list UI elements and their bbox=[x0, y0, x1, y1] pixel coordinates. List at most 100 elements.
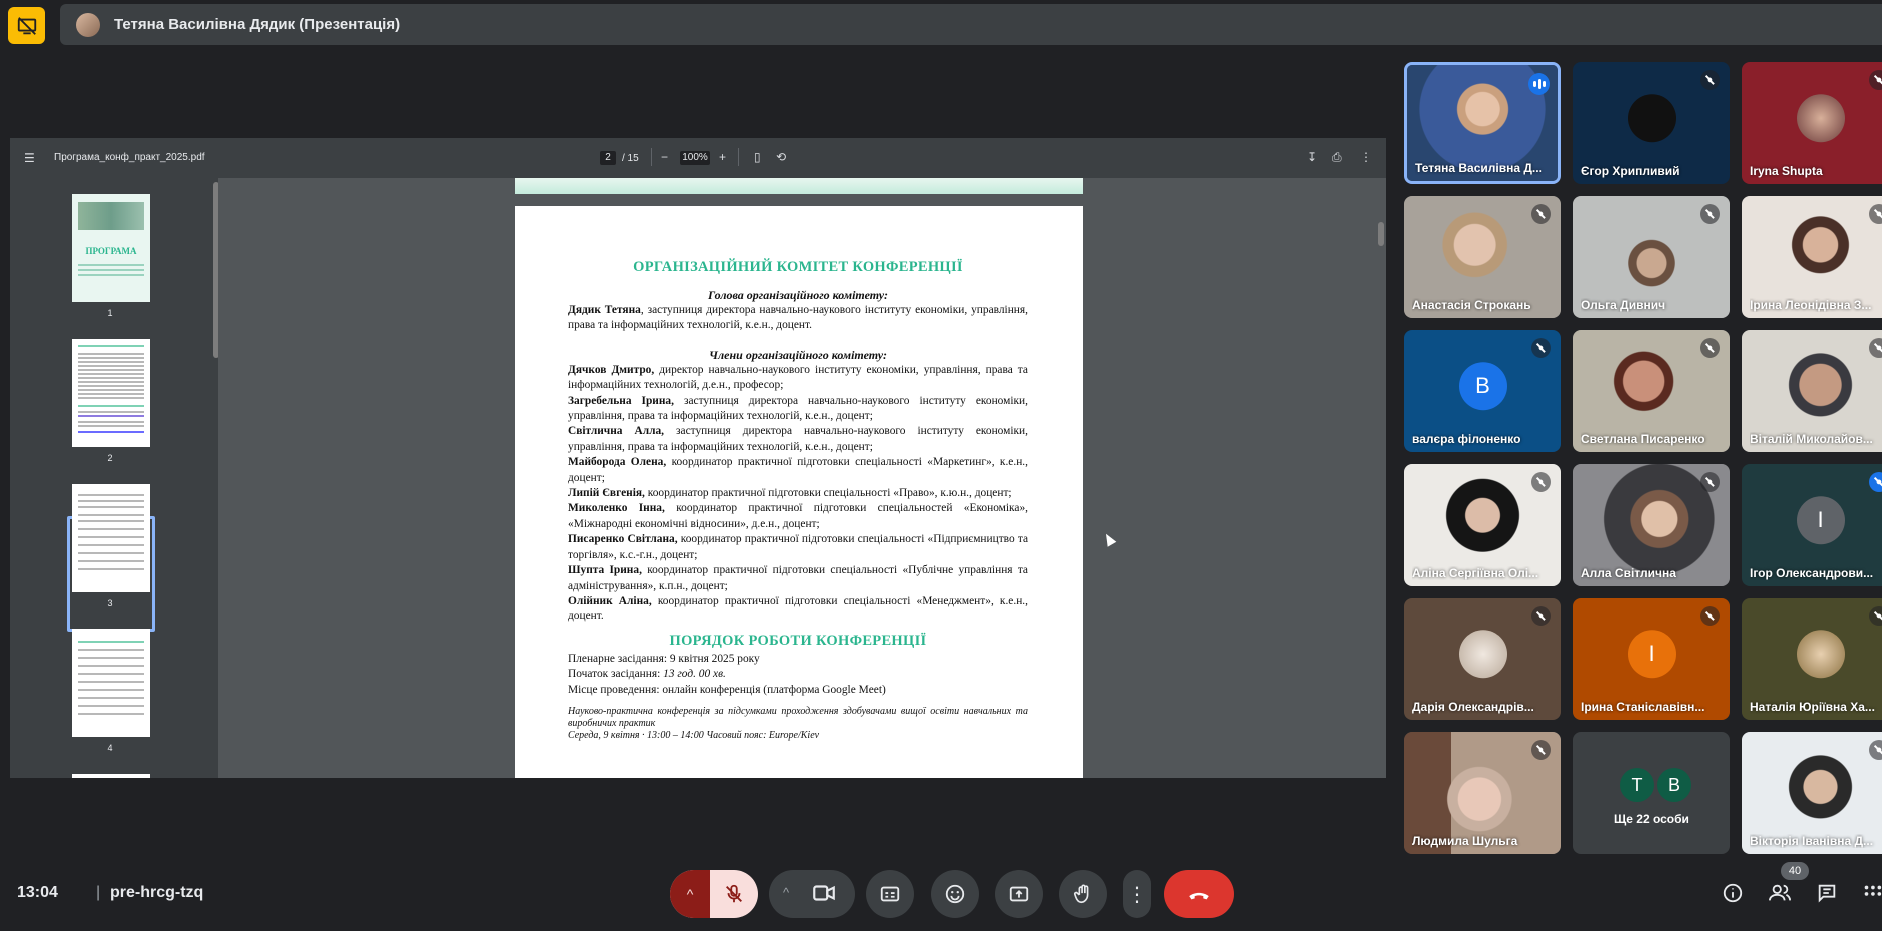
pdf-page: ОРГАНІЗАЦІЙНИЙ КОМІТЕТ КОНФЕРЕНЦІЇ Голов… bbox=[515, 206, 1083, 778]
thumbnail-page-4[interactable] bbox=[72, 629, 150, 737]
present-screen-button[interactable] bbox=[995, 870, 1043, 918]
more-participants-tile[interactable]: T B Ще 22 особи bbox=[1573, 732, 1730, 854]
more-participants-label: Ще 22 особи bbox=[1614, 812, 1689, 826]
captions-icon bbox=[880, 886, 900, 902]
download-icon[interactable]: ↧ bbox=[1307, 151, 1317, 163]
avatar bbox=[1796, 94, 1845, 143]
thumbnail-label: 2 bbox=[107, 453, 113, 463]
participant-name: Светлана Писаренко bbox=[1581, 432, 1705, 446]
chevron-up-icon[interactable]: ^ bbox=[783, 885, 789, 900]
member-name: Шупта Ірина, bbox=[568, 564, 642, 577]
participant-name: Ольга Дивнич bbox=[1581, 298, 1666, 312]
chat-button[interactable] bbox=[1816, 882, 1838, 910]
page-scrollbar[interactable] bbox=[1378, 222, 1384, 246]
participant-tile[interactable]: ● Iryna Shupta bbox=[1742, 62, 1882, 184]
avatar: І bbox=[1796, 496, 1845, 545]
start-label: Початок засідання: bbox=[568, 668, 664, 681]
participant-tile[interactable]: І ● Ірина Станіславівн... bbox=[1573, 598, 1730, 720]
divider bbox=[738, 148, 739, 166]
previous-page-edge bbox=[515, 178, 1083, 194]
avatar: І bbox=[1627, 630, 1676, 679]
pdf-filename: Програма_конф_практ_2025.pdf bbox=[54, 152, 205, 163]
meeting-info-button[interactable] bbox=[1722, 882, 1744, 910]
member-name: Загребельна Ірина, bbox=[568, 394, 674, 407]
mic-off-icon: ● bbox=[1700, 472, 1720, 492]
mic-off-icon: ● bbox=[1700, 606, 1720, 626]
member-name: Дячков Дмитро, bbox=[568, 363, 655, 376]
page-number-input[interactable]: 2 bbox=[600, 151, 616, 165]
participant-tile[interactable]: ● Людмила Шульга bbox=[1404, 732, 1561, 854]
participant-tile[interactable]: ● Єгор Хрипливий bbox=[1573, 62, 1730, 184]
captions-button[interactable] bbox=[866, 870, 914, 918]
thumbnail-page-2[interactable] bbox=[72, 339, 150, 447]
members-title: Члени організаційного комітету: bbox=[709, 347, 887, 362]
conference-time-note: Середа, 9 квітня · 13:00 – 14:00 Часовий… bbox=[568, 729, 820, 741]
avatar bbox=[1627, 94, 1676, 143]
participant-tile[interactable]: В ● валєра філоненко bbox=[1404, 330, 1561, 452]
mic-toggle-button[interactable] bbox=[710, 870, 758, 918]
avatar bbox=[1458, 630, 1507, 679]
participant-name: Єгор Хрипливий bbox=[1581, 164, 1680, 178]
participant-tile[interactable]: ● Наталія Юріївна Ха... bbox=[1742, 598, 1882, 720]
more-options-button[interactable]: ⋮ bbox=[1123, 870, 1151, 918]
participant-tile[interactable]: ● Вікторія Іванівна Д... bbox=[1742, 732, 1882, 854]
head-title: Голова організаційного комітету: bbox=[708, 288, 888, 302]
participant-tile[interactable]: І ● Ігор Олександрови... bbox=[1742, 464, 1882, 586]
mic-off-icon: ● bbox=[1700, 338, 1720, 358]
thumbnail-page-5[interactable] bbox=[72, 774, 150, 778]
reactions-button[interactable] bbox=[931, 870, 979, 918]
leave-call-button[interactable] bbox=[1164, 870, 1234, 918]
member-entry: Майборода Олена, координатор практичної … bbox=[568, 455, 1028, 486]
thumbnail-page-3[interactable] bbox=[72, 484, 150, 592]
zoom-out-icon[interactable]: − bbox=[661, 151, 668, 163]
member-name: Писаренко Світлана, bbox=[568, 533, 678, 546]
apps-grid-icon bbox=[1864, 885, 1882, 896]
member-name: Світлична Алла, bbox=[568, 425, 665, 438]
fit-page-icon[interactable]: ▯ bbox=[754, 151, 761, 163]
zoom-in-icon[interactable]: + bbox=[719, 151, 726, 163]
participant-name: Людмила Шульга bbox=[1412, 834, 1518, 848]
people-count-badge: 40 bbox=[1781, 862, 1809, 880]
member-entry: Писаренко Світлана, координатор практичн… bbox=[568, 532, 1028, 563]
stop-presenting-button[interactable] bbox=[8, 7, 45, 44]
thumbnail-page-1[interactable]: ПРОГРАМА bbox=[72, 194, 150, 302]
participant-tile[interactable]: Тетяна Василівна Д... bbox=[1404, 62, 1561, 184]
participant-tile[interactable]: ● Алла Світлична bbox=[1573, 464, 1730, 586]
participant-tile[interactable]: ● Ірина Леонідівна З... bbox=[1742, 196, 1882, 318]
people-icon bbox=[1769, 884, 1791, 901]
raise-hand-button[interactable] bbox=[1059, 870, 1107, 918]
venue-line: Місце проведення: онлайн конференція (пл… bbox=[568, 683, 886, 696]
member-entry: Олійник Аліна, координатор практичної пі… bbox=[568, 594, 1028, 625]
camera-toggle-button[interactable] bbox=[811, 880, 837, 911]
people-button[interactable] bbox=[1768, 882, 1792, 910]
participant-name: Iryna Shupta bbox=[1750, 164, 1823, 178]
member-name: Миколенко Інна, bbox=[568, 502, 665, 515]
mic-off-icon: ● bbox=[1531, 338, 1551, 358]
member-desc: координатор практичної підготовки спеціа… bbox=[644, 487, 1012, 500]
participant-tile[interactable]: ● Дарія Олександрів... bbox=[1404, 598, 1561, 720]
participant-name: Наталія Юріївна Ха... bbox=[1750, 700, 1875, 714]
camera-icon bbox=[813, 885, 835, 901]
avatar: В bbox=[1458, 362, 1507, 411]
participant-tile[interactable]: ● Віталій Миколайов... bbox=[1742, 330, 1882, 452]
thumbnail-label: 3 bbox=[107, 598, 113, 608]
mic-options-button[interactable]: ^ bbox=[670, 870, 710, 918]
participant-tile[interactable]: ● Аліна Сергіївна Олі... bbox=[1404, 464, 1561, 586]
member-entry: Загребельна Ірина, заступниця директора … bbox=[568, 394, 1028, 425]
thumbnail-label: 4 bbox=[107, 743, 113, 753]
member-entry: Шупта Ірина, координатор практичної підг… bbox=[568, 563, 1028, 594]
zoom-input[interactable]: 100% bbox=[680, 151, 710, 165]
participant-tile[interactable]: ● Ольга Дивнич bbox=[1573, 196, 1730, 318]
more-options-icon[interactable]: ⋮ bbox=[1360, 151, 1372, 163]
pdf-toolbar: ☰ Програма_конф_практ_2025.pdf 2 / 15 − … bbox=[10, 138, 1386, 178]
rotate-icon[interactable]: ⟲ bbox=[776, 151, 786, 163]
hand-icon bbox=[1073, 884, 1089, 904]
separator: | bbox=[96, 884, 101, 901]
participant-tile[interactable]: ● Анастасія Строкань bbox=[1404, 196, 1561, 318]
participant-tile[interactable]: ● Светлана Писаренко bbox=[1573, 330, 1730, 452]
activities-button[interactable] bbox=[1862, 882, 1882, 910]
print-icon[interactable]: ⎙ bbox=[1332, 151, 1342, 163]
head-name: Дядик Тетяна bbox=[568, 304, 641, 316]
menu-icon[interactable]: ☰ bbox=[24, 152, 35, 164]
participant-name: Алла Світлична bbox=[1581, 566, 1676, 580]
